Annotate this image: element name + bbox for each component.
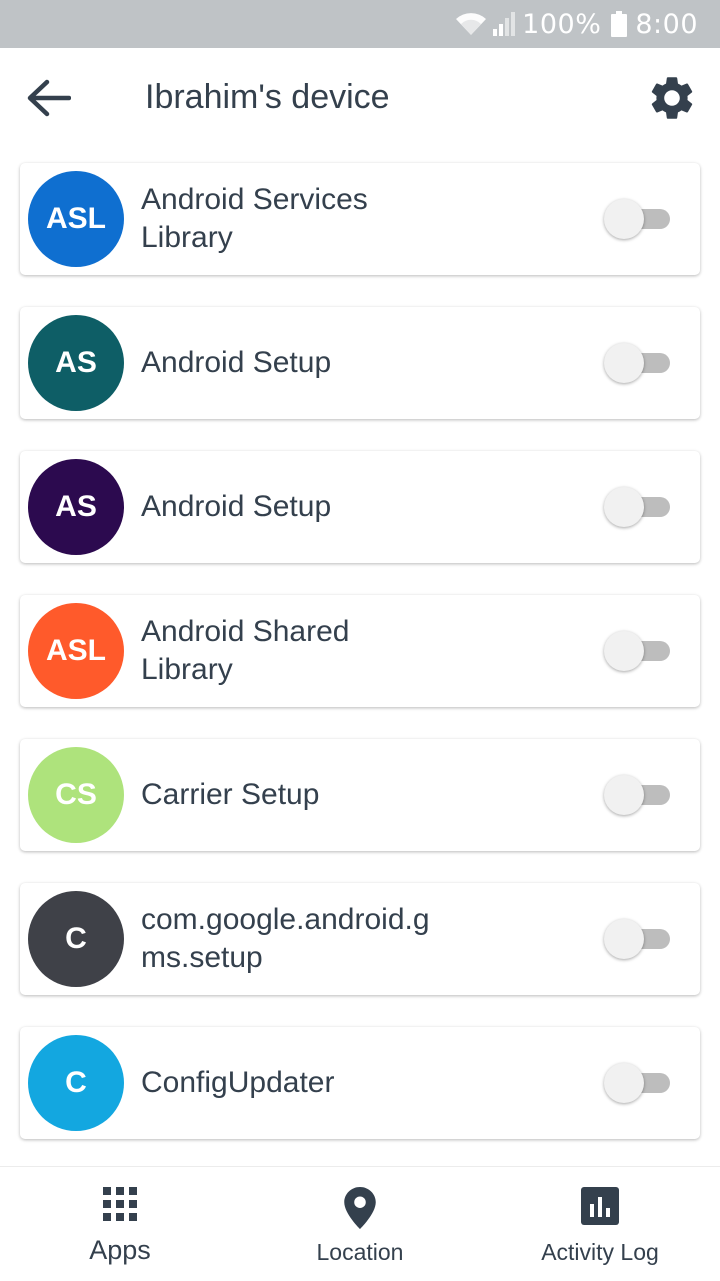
app-card-android-services-library[interactable]: ASL Android Services Library xyxy=(20,163,700,275)
app-name: Android Setup xyxy=(141,346,332,379)
back-button[interactable] xyxy=(22,74,74,122)
arrow-left-icon xyxy=(27,79,71,117)
app-card-gms-setup[interactable]: C com.google.android.gms.setup xyxy=(20,883,700,995)
page-title: Ibrahim's device xyxy=(145,78,390,116)
nav-label-activity-log: Activity Log xyxy=(541,1239,659,1265)
app-avatar: ASL xyxy=(28,171,124,267)
app-card-carrier-setup[interactable]: CS Carrier Setup xyxy=(20,739,700,851)
grid-icon xyxy=(103,1187,137,1221)
toggle-thumb xyxy=(604,919,644,959)
app-card-android-setup[interactable]: AS Android Setup xyxy=(20,307,700,419)
app-name: Android Setup xyxy=(141,490,332,523)
app-avatar: AS xyxy=(28,315,124,411)
nav-label-apps: Apps xyxy=(89,1235,151,1265)
app-avatar: CS xyxy=(28,747,124,843)
signal-icon xyxy=(492,11,518,37)
battery-icon xyxy=(611,11,628,37)
nav-activity-log[interactable]: Activity Log xyxy=(480,1167,720,1281)
toggle-thumb xyxy=(604,487,644,527)
wifi-icon xyxy=(454,11,488,37)
toggle-thumb xyxy=(604,775,644,815)
toggle-thumb xyxy=(604,631,644,671)
bottom-navigation: Apps Location Activity Log xyxy=(0,1166,720,1281)
toggle-thumb xyxy=(604,1063,644,1103)
app-avatar: C xyxy=(28,891,124,987)
app-name: Android Shared Library xyxy=(141,615,350,686)
app-card-android-setup-2[interactable]: AS Android Setup xyxy=(20,451,700,563)
clock: 8:00 xyxy=(635,8,698,40)
bar-chart-icon xyxy=(581,1187,619,1225)
app-toggle[interactable] xyxy=(604,1063,674,1103)
toggle-thumb xyxy=(604,199,644,239)
nav-location[interactable]: Location xyxy=(240,1167,480,1281)
app-name: ConfigUpdater xyxy=(141,1066,335,1099)
app-card-configupdater[interactable]: C ConfigUpdater xyxy=(20,1027,700,1139)
settings-button[interactable] xyxy=(644,70,700,126)
app-toggle[interactable] xyxy=(604,775,674,815)
app-toggle[interactable] xyxy=(604,199,674,239)
status-bar: 100% 8:00 xyxy=(0,0,720,48)
app-avatar: AS xyxy=(28,459,124,555)
app-avatar: C xyxy=(28,1035,124,1131)
toggle-thumb xyxy=(604,343,644,383)
location-pin-icon xyxy=(344,1187,376,1229)
app-toggle[interactable] xyxy=(604,631,674,671)
app-toggle[interactable] xyxy=(604,919,674,959)
gear-icon xyxy=(651,77,693,119)
app-name: Carrier Setup xyxy=(141,778,320,811)
app-avatar: ASL xyxy=(28,603,124,699)
app-toggle[interactable] xyxy=(604,487,674,527)
app-name: Android Services Library xyxy=(141,183,368,254)
nav-apps[interactable]: Apps xyxy=(0,1167,240,1281)
app-toggle[interactable] xyxy=(604,343,674,383)
app-name: com.google.android.gms.setup xyxy=(141,903,430,974)
app-bar: Ibrahim's device xyxy=(0,48,720,148)
app-card-android-shared-library[interactable]: ASL Android Shared Library xyxy=(20,595,700,707)
nav-label-location: Location xyxy=(316,1239,404,1265)
battery-percent: 100% xyxy=(522,8,602,40)
